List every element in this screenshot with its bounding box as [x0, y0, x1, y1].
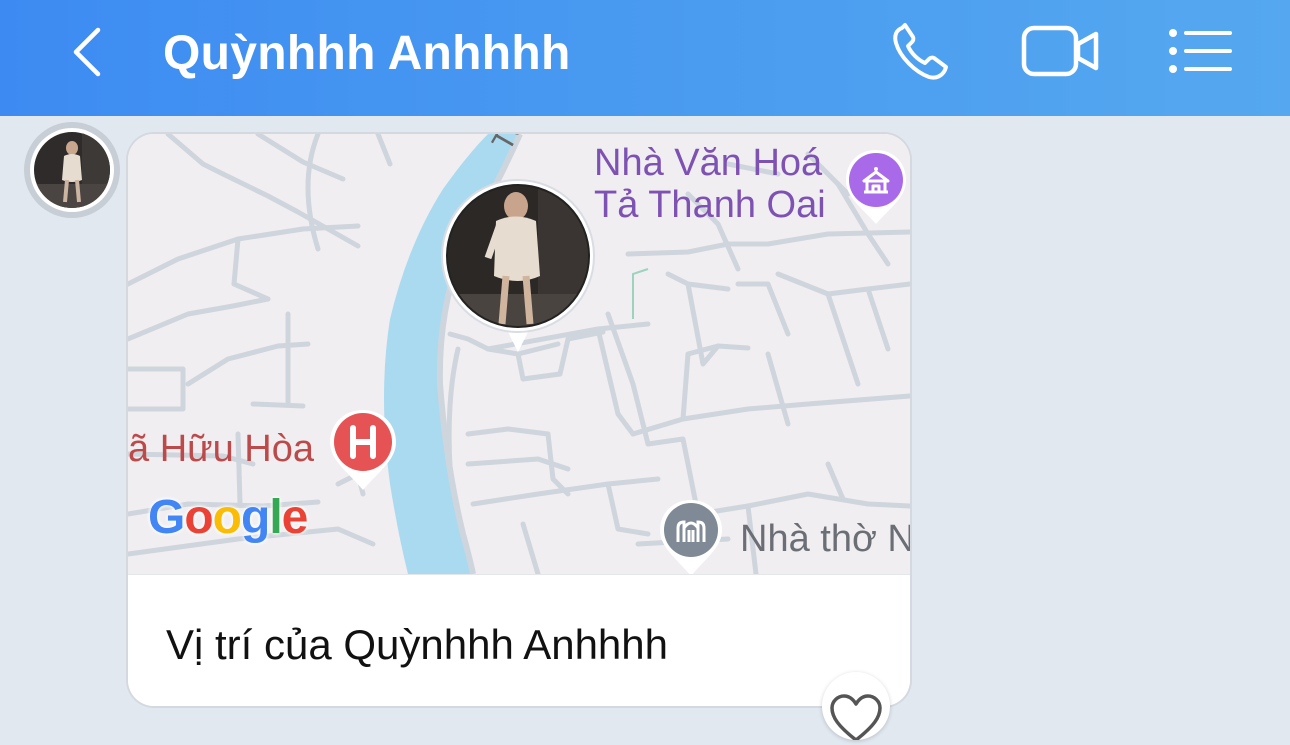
- church-pin[interactable]: [656, 498, 726, 574]
- chat-title[interactable]: Quỳnhhh Anhhhh: [163, 26, 571, 81]
- church-label[interactable]: Nhà thờ N: [740, 518, 910, 561]
- chevron-left-icon[interactable]: [64, 24, 114, 80]
- cultural-house-label-line1: Nhà Văn Hoá: [594, 142, 823, 184]
- hospital-label[interactable]: ã Hữu Hòa: [128, 428, 314, 471]
- video-camera-icon[interactable]: [1020, 22, 1102, 82]
- location-caption: Vị trí của Quỳnhhh Anhhhh: [166, 621, 669, 668]
- user-photo-avatar: [34, 132, 110, 208]
- map-preview[interactable]: Tả Th Nhà Văn Hoá Tả Thanh Oai: [128, 134, 910, 574]
- list-menu-icon[interactable]: [1166, 24, 1234, 78]
- cultural-house-label[interactable]: Nhà Văn Hoá Tả Thanh Oai: [594, 142, 826, 226]
- location-message-card[interactable]: Tả Th Nhà Văn Hoá Tả Thanh Oai: [128, 134, 910, 706]
- hospital-pin[interactable]: [326, 408, 400, 494]
- reaction-button[interactable]: [822, 672, 890, 742]
- location-caption-area[interactable]: Vị trí của Quỳnhhh Anhhhh: [128, 574, 910, 706]
- heart-icon: [830, 694, 882, 742]
- cultural-house-label-line2: Tả Thanh Oai: [594, 184, 826, 226]
- google-logo: Google: [148, 491, 308, 544]
- phone-icon[interactable]: [888, 20, 958, 84]
- sender-avatar[interactable]: [24, 122, 120, 218]
- chat-header: Quỳnhhh Anhhhh: [0, 0, 1290, 116]
- monument-pin[interactable]: [842, 148, 910, 230]
- user-location-pin[interactable]: [438, 176, 598, 356]
